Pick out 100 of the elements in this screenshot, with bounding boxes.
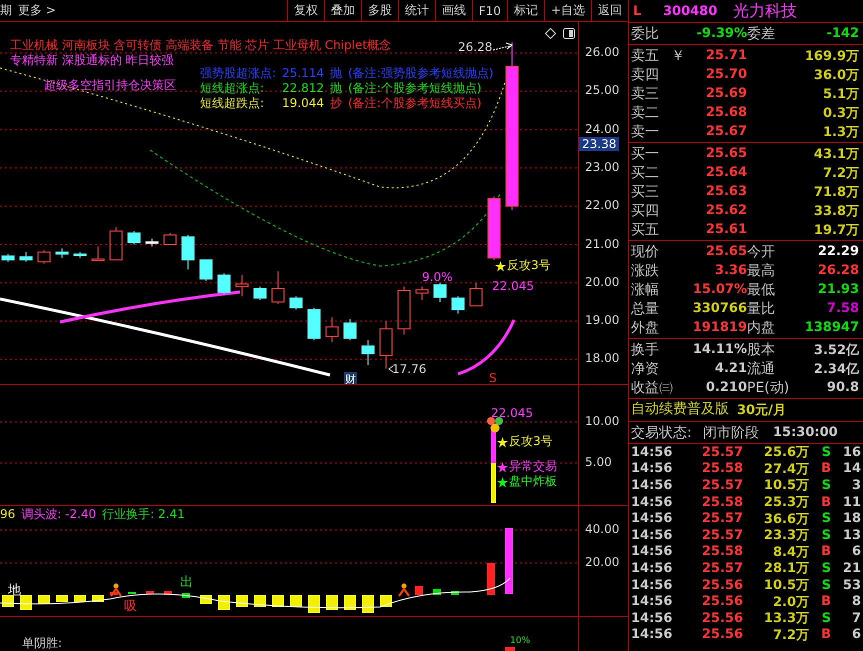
trade-side: S (820, 610, 831, 626)
order-volume: 7.2万 (822, 164, 859, 182)
candlestick (56, 248, 68, 258)
star-icon (497, 477, 508, 488)
status-label: 交易状态: (631, 424, 693, 442)
candlestick (20, 252, 32, 262)
trade-count: 6 (850, 627, 861, 642)
signal-label: 短线超跌点: (200, 96, 266, 111)
trade-count: 18 (842, 511, 861, 526)
quote-label: 涨幅 (631, 280, 660, 298)
axis-tick-label: 25.00 (585, 83, 620, 98)
indicator-bar (505, 647, 515, 651)
trade-time: 14:56 (631, 478, 674, 493)
quote-value: 7.58 (826, 301, 859, 316)
order-level-label: 卖五 (631, 46, 660, 64)
candlestick (326, 316, 338, 343)
candlestick (236, 274, 248, 297)
order-volume: 71.8万 (812, 184, 859, 200)
quote-label: 股本 (747, 340, 776, 358)
promo-price: 30元/月 (737, 402, 787, 419)
quote-value: 2.34亿 (812, 360, 859, 378)
concept-tags: 工业机械 河南板块 含可转债 高端装备 节能 芯片 工业母机 Chiplet概念 (10, 39, 392, 52)
quote-label: 外盘 (631, 318, 660, 336)
toolbar-link[interactable]: 更多 > (18, 2, 62, 19)
trade-side: S (820, 528, 831, 543)
market-flag-label: L (633, 4, 642, 18)
bottom-mark: 地 (8, 584, 21, 599)
candlestick (362, 340, 374, 366)
axis-tick-label: 26.00 (585, 45, 620, 59)
arrow-icon (492, 42, 514, 50)
signal-star-label: 盘中炸板 (509, 475, 557, 489)
trade-side: B (820, 594, 831, 610)
trade-count: 3 (850, 478, 861, 493)
candlestick (110, 226, 122, 260)
order-price: 25.69 (704, 86, 747, 101)
order-volume: 43.1万 (812, 146, 859, 162)
order-volume: 169.9万 (804, 48, 859, 64)
quote-value: 3.52亿 (812, 342, 859, 358)
candlestick (344, 318, 356, 341)
order-price: 25.68 (704, 105, 747, 120)
candlestick (470, 282, 482, 306)
trade-volume: 28.1万 (762, 560, 809, 578)
high-price-label: 26.28 (458, 41, 492, 54)
trade-count: 21 (842, 560, 861, 576)
percent-label: 10% (510, 637, 530, 647)
market-phase: 闭市阶段 (703, 424, 760, 442)
trade-time: 14:56 (631, 594, 674, 610)
trade-side: B (820, 461, 831, 476)
axis-tick-label: 20.00 (585, 274, 620, 289)
quote-label: 现价 (631, 242, 660, 260)
order-volume: 36.0万 (812, 66, 859, 84)
candlestick (128, 230, 140, 245)
quote-value: 22.29 (816, 244, 859, 259)
percent-label: 9.0% (422, 271, 452, 284)
trade-side: S (820, 478, 831, 493)
quote-label: 委差 (747, 24, 776, 42)
signal-star-label: 异常交易 (509, 460, 557, 474)
quote-label: 收益㈢ (631, 378, 671, 396)
trade-price: 25.58 (700, 544, 743, 560)
trade-side: S (820, 444, 831, 460)
quote-label: PE(动) (747, 378, 790, 396)
order-volume: 19.7万 (812, 222, 859, 238)
quote-label: 最高 (747, 262, 776, 280)
signal-note: (备注:个股参考短线买点) (348, 96, 482, 111)
trade-count: 7 (850, 610, 861, 626)
signal-note: (备注:强势股参考短线抛点) (348, 66, 494, 81)
trade-time: 14:56 (631, 560, 674, 576)
quote-value: 138947 (804, 320, 859, 335)
axis-tick-label: 24.00 (585, 122, 620, 136)
promo-title: 自动续费普及版 (631, 402, 729, 418)
trade-volume: 2.0万 (772, 594, 809, 611)
quote-label: 最低 (747, 280, 776, 298)
status-time: 15:30:00 (773, 425, 839, 440)
candlestick (200, 259, 212, 282)
signal-action: 抛 (330, 81, 342, 96)
trade-price: 25.56 (700, 610, 743, 626)
axis-tick-label: 5.00 (585, 455, 612, 470)
order-level-label: 卖一 (631, 122, 660, 140)
candlestick (452, 296, 464, 314)
quote-label: 今开 (747, 242, 776, 260)
candlestick (434, 282, 446, 302)
axis-tick-label: 19.00 (585, 313, 620, 328)
trade-price: 25.57 (700, 478, 743, 493)
candlestick (38, 250, 50, 264)
toolbar-link[interactable]: 期 (0, 2, 18, 19)
candlestick (92, 246, 104, 262)
trade-price: 25.57 (700, 528, 743, 543)
order-level-label: 卖三 (631, 84, 660, 102)
currency-icon: ￥ (671, 46, 689, 64)
quote-value: 4.21 (714, 361, 747, 376)
trade-time: 14:56 (631, 544, 674, 560)
quote-value: 330766 (692, 301, 747, 316)
quote-label: 净资 (631, 360, 660, 378)
trade-time: 14:56 (631, 444, 674, 460)
trade-volume: 27.4万 (762, 460, 809, 478)
trade-count: 11 (842, 494, 861, 510)
candlestick (416, 286, 428, 301)
panel-toggle-icon[interactable] (563, 28, 575, 39)
trade-side: B (820, 544, 831, 560)
candlestick (182, 234, 194, 270)
